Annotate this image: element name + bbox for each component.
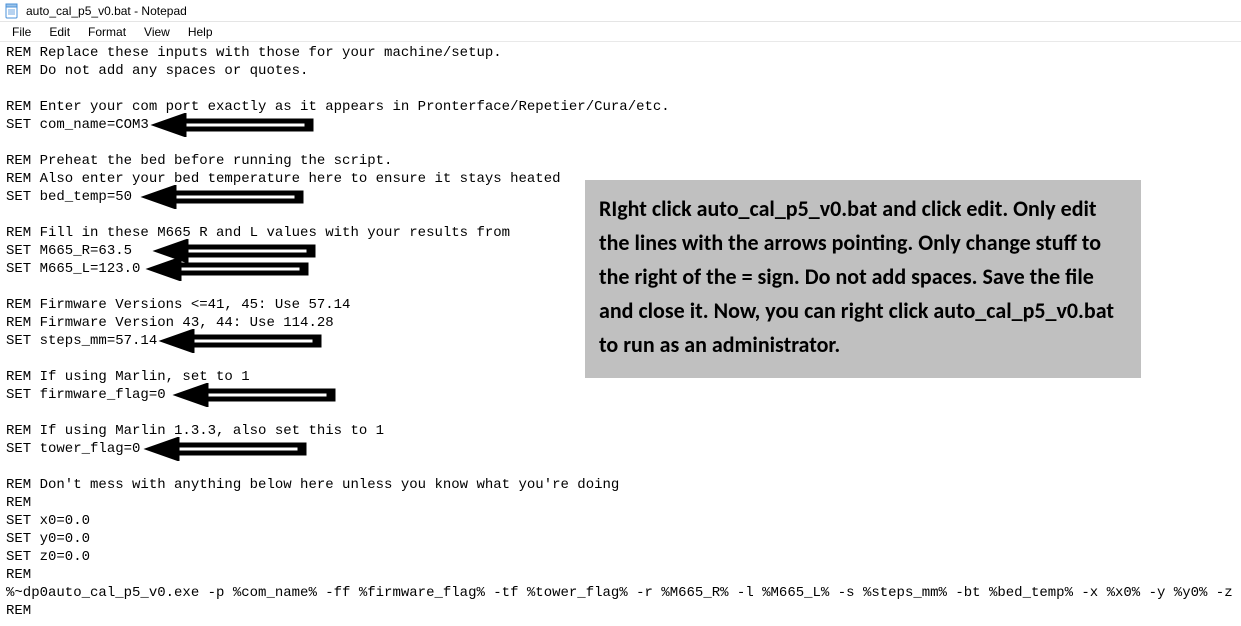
editor-line [6, 404, 1235, 422]
titlebar: auto_cal_p5_v0.bat - Notepad [0, 0, 1241, 22]
editor-line: REM [6, 494, 1235, 512]
editor-line: SET x0=0.0 [6, 512, 1235, 530]
editor-line: REM Do not add any spaces or quotes. [6, 62, 1235, 80]
menu-help[interactable]: Help [180, 24, 221, 40]
menu-format[interactable]: Format [80, 24, 134, 40]
editor-line [6, 458, 1235, 476]
instruction-note: RIght click auto_cal_p5_v0.bat and click… [585, 180, 1141, 378]
editor-line: REM Enter your com port exactly as it ap… [6, 98, 1235, 116]
editor-line: REM [6, 566, 1235, 584]
editor-line: REM [6, 602, 1235, 620]
menu-file[interactable]: File [4, 24, 39, 40]
menu-edit[interactable]: Edit [41, 24, 78, 40]
editor-line: SET y0=0.0 [6, 530, 1235, 548]
editor-line [6, 80, 1235, 98]
editor-line: REM If using Marlin 1.3.3, also set this… [6, 422, 1235, 440]
editor-line: SET firmware_flag=0 [6, 386, 1235, 404]
editor-line: REM Don't mess with anything below here … [6, 476, 1235, 494]
editor-line: REM Preheat the bed before running the s… [6, 152, 1235, 170]
editor-line: REM Replace these inputs with those for … [6, 44, 1235, 62]
editor-line: SET com_name=COM3 [6, 116, 1235, 134]
window-title: auto_cal_p5_v0.bat - Notepad [26, 4, 187, 18]
menu-view[interactable]: View [136, 24, 178, 40]
editor-line [6, 134, 1235, 152]
editor-line: SET z0=0.0 [6, 548, 1235, 566]
menubar: File Edit Format View Help [0, 22, 1241, 42]
notepad-icon [4, 3, 20, 19]
editor-line: SET tower_flag=0 [6, 440, 1235, 458]
editor-line: %~dp0auto_cal_p5_v0.exe -p %com_name% -f… [6, 584, 1235, 602]
